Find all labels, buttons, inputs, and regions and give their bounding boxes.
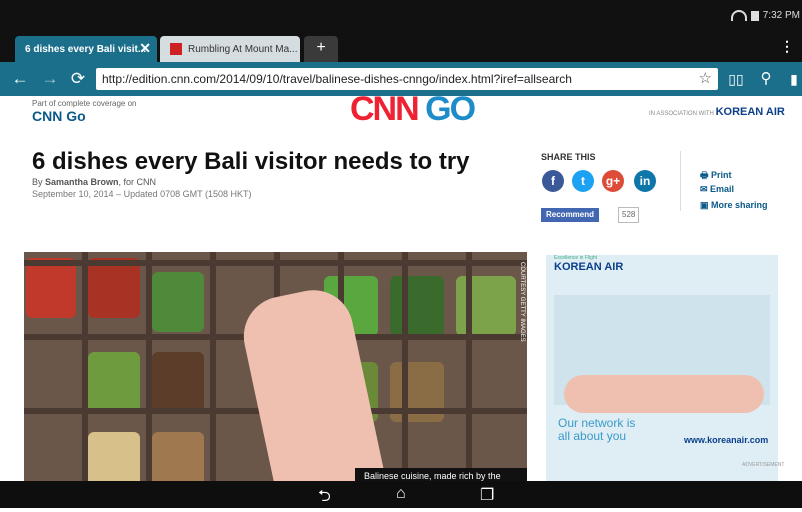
email-link[interactable]: ✉ Email: [700, 184, 734, 195]
section-link[interactable]: CNN Go: [32, 108, 86, 124]
print-label: Print: [711, 170, 732, 180]
googleplus-icon[interactable]: g+: [602, 170, 624, 192]
tab-strip: 6 dishes every Bali visit... ✕ Rumbling …: [0, 32, 802, 62]
close-icon[interactable]: ✕: [139, 40, 151, 57]
photo-credit: COURTESY GETTY IMAGES: [519, 262, 525, 342]
facebook-icon[interactable]: f: [542, 170, 564, 192]
reload-icon[interactable]: ⟳: [68, 69, 88, 89]
new-tab-button[interactable]: +: [304, 36, 338, 62]
forward-icon[interactable]: →: [40, 69, 60, 89]
twitter-icon[interactable]: t: [572, 170, 594, 192]
article-title: 6 dishes every Bali visitor needs to try: [32, 148, 470, 175]
more-sharing-link[interactable]: ▣ More sharing: [700, 200, 768, 211]
favicon-icon: [170, 43, 182, 55]
status-bar: 7:32 PM: [0, 0, 802, 32]
logo-cnn: CNN: [350, 96, 420, 128]
battery-icon: [750, 10, 759, 21]
ad-logo: KOREAN AIR: [554, 261, 624, 273]
ad-url[interactable]: www.koreanair.com: [684, 435, 768, 445]
article-date: September 10, 2014 – Updated 0708 GMT (1…: [32, 189, 252, 199]
ad-skyline-image: [554, 295, 770, 413]
ad-headline-line2: all about you: [558, 429, 627, 443]
search-icon[interactable]: ⚲: [756, 69, 776, 89]
korean-air-ad[interactable]: Excellence in Flight KOREAN AIR Our netw…: [546, 255, 784, 481]
sponsor-brand: KOREAN AIR: [715, 106, 785, 118]
photo-caption: Balinese cuisine, made rich by the: [355, 468, 527, 481]
byline-prefix: By: [32, 177, 43, 187]
cnn-go-logo[interactable]: CNN GO: [350, 96, 476, 129]
sponsor-prefix: IN ASSOCIATION WITH: [649, 111, 714, 117]
share-title: SHARE THIS: [541, 152, 596, 162]
tab-bali[interactable]: 6 dishes every Bali visit... ✕: [15, 36, 157, 62]
byline-suffix: , for CNN: [118, 177, 157, 187]
url-text: http://edition.cnn.com/2014/09/10/travel…: [102, 72, 572, 86]
recommend-button[interactable]: Recommend: [541, 208, 600, 222]
article-photo[interactable]: COURTESY GETTY IMAGES Balinese cuisine, …: [24, 252, 527, 481]
recommend-count: 528: [618, 207, 640, 223]
more-sharing-label: More sharing: [711, 200, 768, 210]
email-label: Email: [710, 184, 735, 194]
back-icon[interactable]: ←: [10, 69, 30, 89]
tab-rumbling[interactable]: Rumbling At Mount Ma...: [160, 36, 300, 62]
home-nav-icon[interactable]: ⌂: [396, 485, 406, 503]
tab-title: Rumbling At Mount Ma...: [188, 43, 298, 55]
address-bar[interactable]: http://edition.cnn.com/2014/09/10/travel…: [96, 68, 718, 90]
reader-icon[interactable]: ▯▯: [726, 69, 746, 89]
author-link[interactable]: Samantha Brown: [45, 177, 119, 187]
status-time: 7:32 PM: [762, 10, 800, 21]
ad-label: ADVERTISEMENT: [742, 462, 785, 468]
ad-headline: Our network is all about you: [558, 417, 635, 443]
coverage-note: Part of complete coverage on: [32, 99, 137, 108]
ad-hand-image: [564, 375, 764, 413]
recents-nav-icon[interactable]: ❐: [480, 485, 494, 505]
bookmarks-icon[interactable]: ▮: [784, 69, 802, 89]
web-page: Part of complete coverage on CNN Go CNN …: [24, 96, 802, 481]
wifi-icon: [730, 10, 747, 21]
divider: [680, 151, 681, 211]
bookmark-star-icon[interactable]: ☆: [699, 68, 712, 90]
menu-icon[interactable]: ⋮: [780, 38, 794, 55]
byline: By Samantha Brown, for CNN: [32, 177, 156, 187]
browser-toolbar: ← → ⟳ http://edition.cnn.com/2014/09/10/…: [0, 62, 802, 96]
print-link[interactable]: 🖶 Print: [700, 168, 732, 184]
system-nav-bar: ⮌ ⌂ ❐: [0, 481, 802, 508]
tab-title: 6 dishes every Bali visit...: [25, 43, 147, 55]
linkedin-icon[interactable]: in: [634, 170, 656, 192]
sponsor: IN ASSOCIATION WITH KOREAN AIR: [649, 106, 785, 118]
logo-go: GO: [425, 96, 476, 128]
